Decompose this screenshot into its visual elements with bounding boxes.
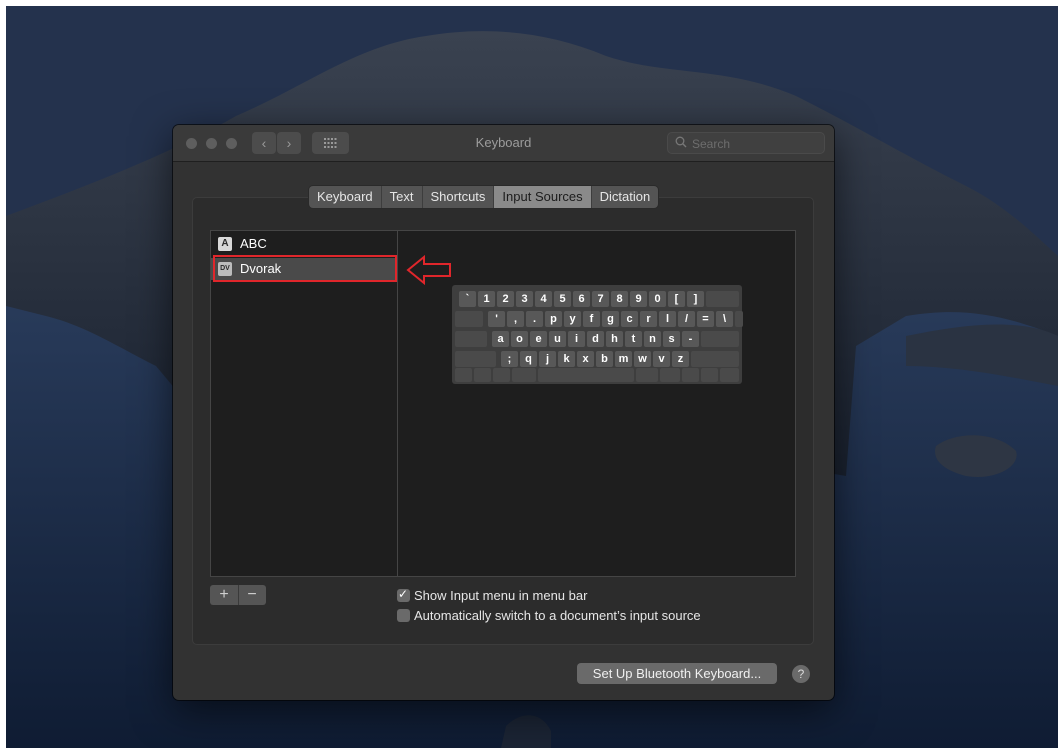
keyboard-key: x [577,351,594,367]
show-input-menu-checkbox[interactable]: ✓ [397,587,410,602]
selection-highlight-box [213,255,397,282]
keyboard-key-blank [455,368,472,382]
keyboard-key: z [672,351,689,367]
keyboard-key: n [644,331,661,347]
help-button[interactable]: ? [792,665,810,683]
keyboard-key-blank [660,368,680,382]
keyboard-key: 7 [592,291,609,307]
list-item-label: ABC [240,236,267,251]
keyboard-key: - [682,331,699,347]
keyboard-key: y [564,311,581,327]
keyboard-key: 8 [611,291,628,307]
keyboard-key: 4 [535,291,552,307]
auto-switch-label: Automatically switch to a document’s inp… [414,608,701,623]
keyboard-key: 3 [516,291,533,307]
keyboard-key: 5 [554,291,571,307]
arrow-left-icon [406,255,451,285]
keyboard-preferences-window: ‹ › Keyboard Keyboard Text S [173,125,834,700]
add-remove-control: + − [210,585,266,605]
keyboard-key-blank [636,368,658,382]
remove-source-button[interactable]: − [238,585,266,605]
input-sources-list: A ABC DV Dvorak [210,230,398,577]
keyboard-key: , [507,311,524,327]
keyboard-key: \ [716,311,733,327]
keyboard-key: w [634,351,651,367]
keyboard-key: j [539,351,556,367]
keyboard-key: l [659,311,676,327]
input-source-badge: A [218,237,232,251]
keyboard-key-blank [538,368,634,382]
keyboard-key: e [530,331,547,347]
keyboard-key: 1 [478,291,495,307]
tab-keyboard[interactable]: Keyboard [309,186,382,208]
keyboard-key: k [558,351,575,367]
keyboard-key-blank [455,331,487,347]
keyboard-key: c [621,311,638,327]
keyboard-key: a [492,331,509,347]
keyboard-key: r [640,311,657,327]
keyboard-key-blank [706,291,739,307]
keyboard-key-blank [682,368,699,382]
keyboard-preview-pane [398,230,796,577]
keyboard-key-blank [701,331,739,347]
tab-shortcuts[interactable]: Shortcuts [423,186,495,208]
keyboard-key: m [615,351,632,367]
keyboard-key-blank [720,368,739,382]
keyboard-key: ' [488,311,505,327]
keyboard-key-blank [512,368,536,382]
tab-input-sources[interactable]: Input Sources [494,186,592,208]
checkmark-icon: ✓ [398,587,409,601]
keyboard-key: = [697,311,714,327]
keyboard-key: 6 [573,291,590,307]
keyboard-key-blank [691,351,739,367]
keyboard-key: / [678,311,695,327]
list-item-abc[interactable]: A ABC [211,233,397,255]
search-field[interactable] [667,132,825,154]
keyboard-key: 0 [649,291,666,307]
keyboard-key: t [625,331,642,347]
auto-switch-checkbox[interactable] [397,609,410,622]
magnifier-icon [675,136,687,148]
add-source-button[interactable]: + [210,585,239,605]
keyboard-key: u [549,331,566,347]
keyboard-key: v [653,351,670,367]
keyboard-key: i [568,331,585,347]
keyboard-key: h [606,331,623,347]
keyboard-key: d [587,331,604,347]
keyboard-key-blank [455,311,483,327]
keyboard-key: [ [668,291,685,307]
keyboard-key-blank [474,368,491,382]
keyboard-key-blank [701,368,718,382]
keyboard-key-blank [735,311,743,327]
keyboard-key: ` [459,291,476,307]
keyboard-key: ] [687,291,704,307]
keyboard-key: 2 [497,291,514,307]
keyboard-key-blank [493,368,510,382]
tab-dictation[interactable]: Dictation [592,186,659,208]
set-up-bluetooth-keyboard-button[interactable]: Set Up Bluetooth Keyboard... [577,663,777,684]
keyboard-layout-preview: ` 1 2 3 4 5 6 7 8 9 0[] ',. p y f g c r l / = \ a o e u i d h t n s -; q j… [452,285,743,384]
keyboard-key-blank [455,351,496,367]
title-bar: ‹ › Keyboard [173,125,834,162]
keyboard-key: 9 [630,291,647,307]
keyboard-key: ; [501,351,518,367]
tab-text[interactable]: Text [382,186,423,208]
show-input-menu-label: Show Input menu in menu bar [414,588,588,603]
keyboard-key: f [583,311,600,327]
keyboard-key: s [663,331,680,347]
keyboard-key: b [596,351,613,367]
tab-bar: Keyboard Text Shortcuts Input Sources Di… [309,186,659,208]
keyboard-key: g [602,311,619,327]
keyboard-key: o [511,331,528,347]
keyboard-key: p [545,311,562,327]
search-input[interactable] [690,135,822,153]
keyboard-key: . [526,311,543,327]
keyboard-key: q [520,351,537,367]
